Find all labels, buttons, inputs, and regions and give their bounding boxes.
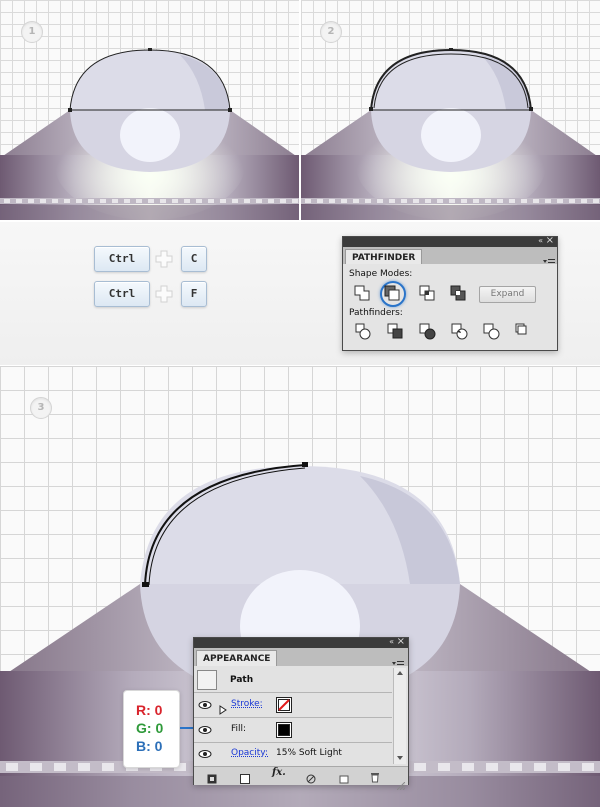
red-value: R: 0: [136, 702, 163, 718]
outline-icon[interactable]: [483, 323, 501, 341]
visibility-eye-icon[interactable]: [197, 722, 213, 738]
collapse-icon[interactable]: «: [538, 236, 543, 245]
panel-menu-icon[interactable]: [543, 252, 555, 266]
plus-icon: [155, 250, 173, 268]
row-divider: [194, 692, 392, 693]
step-1-canvas: 1: [0, 0, 299, 220]
scrollbar[interactable]: [393, 668, 406, 764]
unite-icon[interactable]: [353, 284, 371, 302]
collapse-icon[interactable]: «: [389, 637, 394, 646]
exclude-icon[interactable]: [449, 284, 467, 302]
pathfinder-titlebar: « ×: [343, 235, 557, 247]
step-3-badge: 3: [30, 397, 52, 419]
shape-modes-label: Shape Modes:: [349, 269, 413, 279]
pathfinders-label: Pathfinders:: [349, 308, 403, 318]
trim-icon[interactable]: [387, 323, 405, 341]
fill-label[interactable]: Fill:: [231, 724, 246, 734]
f-key: F: [181, 281, 207, 307]
visibility-eye-icon[interactable]: [197, 697, 213, 713]
step-2-canvas: 2: [301, 0, 600, 220]
object-thumbnail: [197, 670, 217, 690]
add-fill-icon[interactable]: [240, 769, 250, 784]
minus-front-icon[interactable]: [384, 285, 402, 303]
stroke-none-swatch[interactable]: [276, 697, 292, 713]
row-divider: [194, 717, 392, 718]
appearance-panel: « × APPEARANCE Path Stroke: Fill: Opacit…: [193, 636, 409, 791]
expand-triangle-icon[interactable]: [219, 700, 227, 715]
plus-icon: [155, 285, 173, 303]
duplicate-item-icon[interactable]: [339, 769, 349, 784]
step-2-badge: 2: [320, 21, 342, 43]
green-value: G: 0: [136, 720, 164, 736]
trash-icon[interactable]: [370, 768, 380, 783]
object-name: Path: [230, 675, 254, 685]
row-divider: [194, 742, 392, 743]
crop-icon[interactable]: [451, 323, 469, 341]
ufo-illustration-2: [301, 48, 600, 220]
close-icon[interactable]: ×: [546, 235, 554, 246]
ufo-illustration-1: [0, 48, 299, 220]
tab-appearance[interactable]: APPEARANCE: [196, 650, 278, 667]
divide-icon[interactable]: [355, 323, 373, 341]
pathfinder-panel: « × PATHFINDER Shape Modes: Expand Pathf…: [342, 235, 558, 351]
resize-grip-icon[interactable]: [396, 775, 406, 791]
clear-appearance-icon[interactable]: [306, 769, 316, 784]
merge-icon[interactable]: [419, 323, 437, 341]
ctrl-key-paste: Ctrl: [94, 281, 150, 307]
stroke-label[interactable]: Stroke:: [231, 699, 263, 709]
add-stroke-icon[interactable]: [207, 769, 217, 784]
panel-menu-icon[interactable]: [392, 654, 404, 668]
intersect-icon[interactable]: [418, 284, 436, 302]
opacity-label[interactable]: Opacity:: [231, 748, 268, 758]
step-1-badge: 1: [21, 21, 43, 43]
expand-button[interactable]: Expand: [479, 286, 536, 303]
ctrl-key-copy: Ctrl: [94, 246, 150, 272]
c-key: C: [181, 246, 207, 272]
opacity-value: 15% Soft Light: [276, 748, 342, 758]
fx-icon[interactable]: fx.: [272, 767, 286, 778]
fill-black-swatch[interactable]: [276, 722, 292, 738]
minus-back-icon[interactable]: [515, 323, 533, 341]
blue-value: B: 0: [136, 738, 163, 754]
visibility-eye-icon[interactable]: [197, 746, 213, 762]
close-icon[interactable]: ×: [397, 636, 405, 647]
appearance-titlebar: « ×: [194, 636, 408, 648]
